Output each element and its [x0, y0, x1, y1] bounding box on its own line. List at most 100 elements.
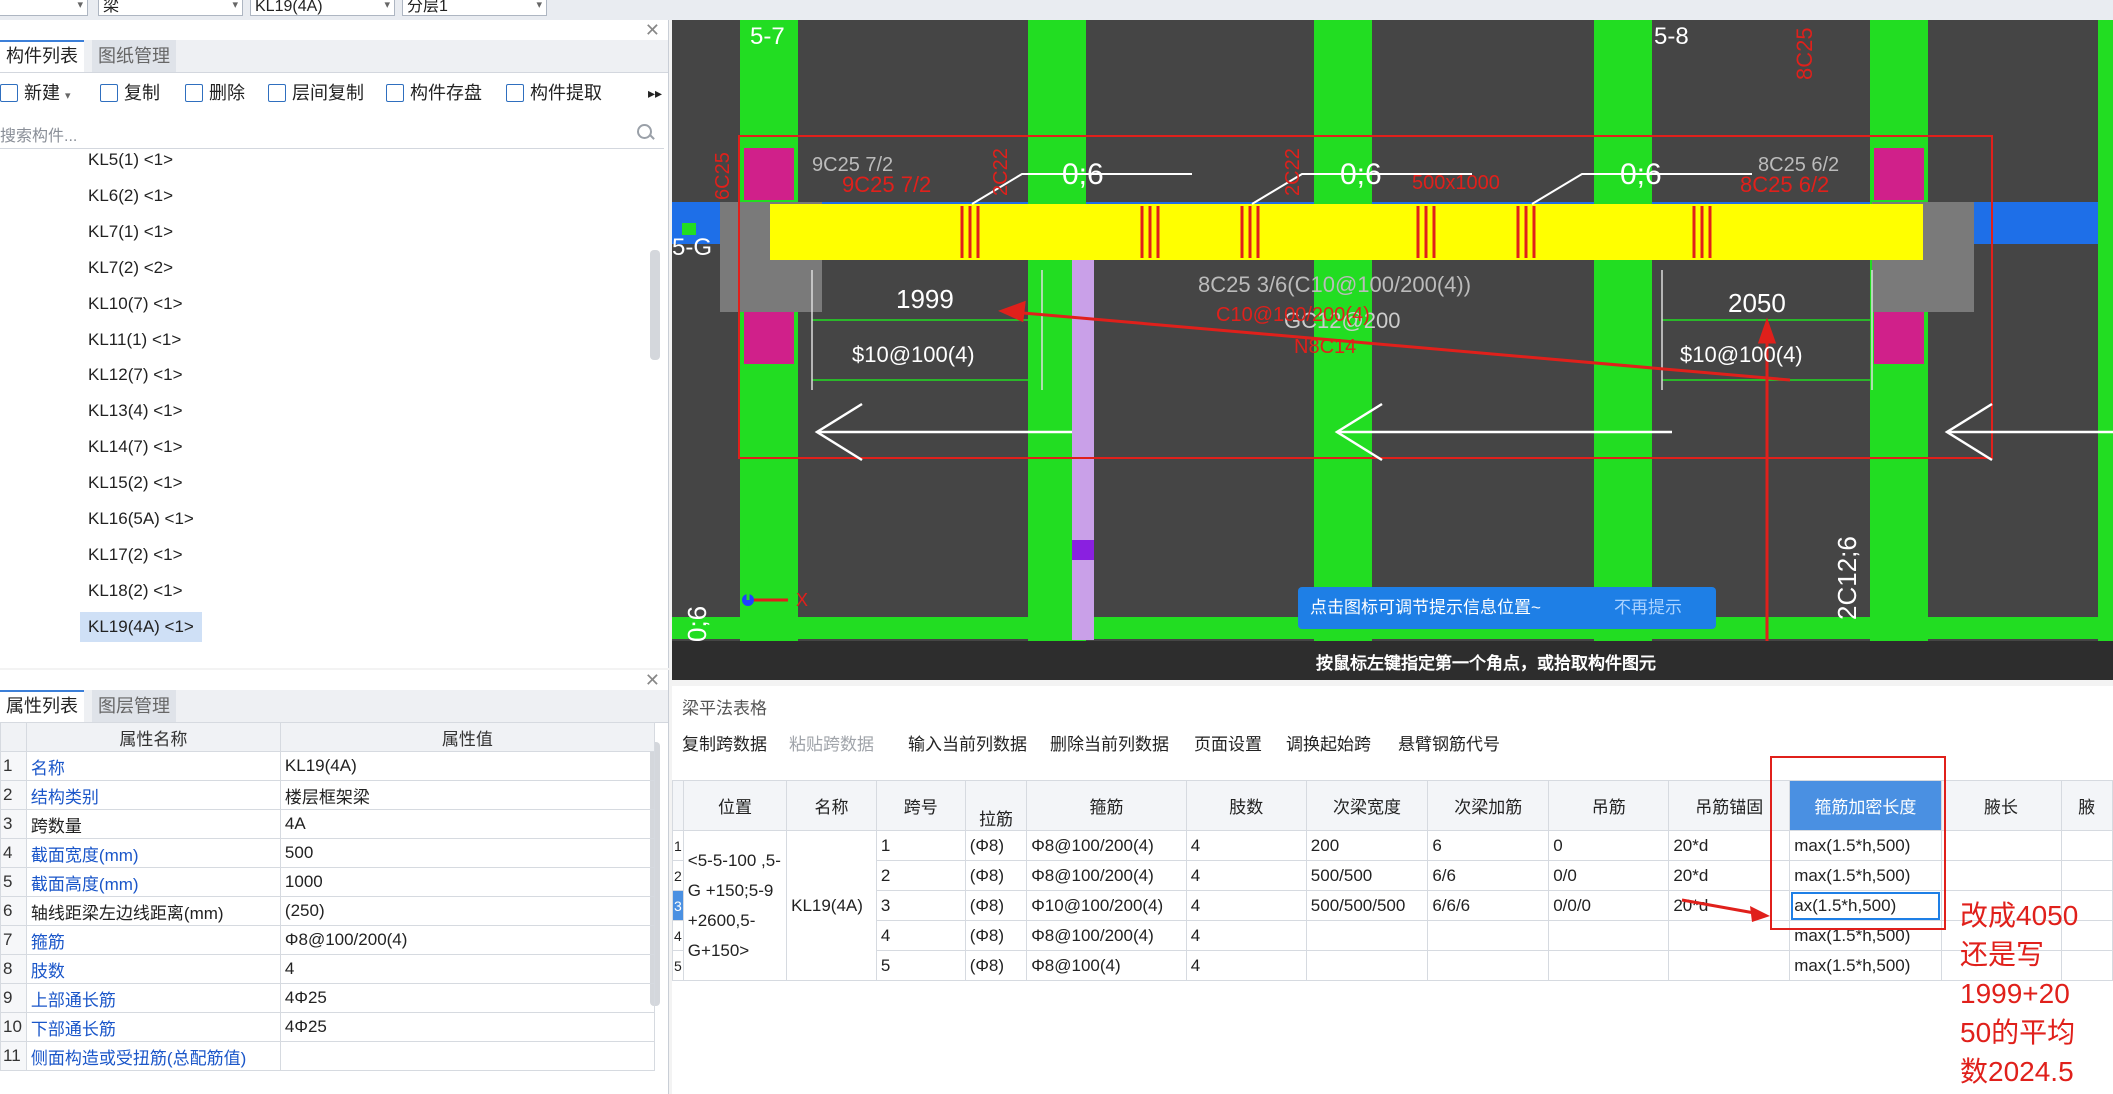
- tie-cell[interactable]: (Φ8): [964, 950, 1028, 981]
- hint-tooltip[interactable]: 点击图标可调节提示信息位置~ 不再提示: [1298, 587, 1716, 629]
- selected-beam[interactable]: [770, 204, 1923, 260]
- input-column-button[interactable]: 输入当前列数据: [908, 730, 1027, 755]
- component-list-item[interactable]: KL7(1) <1>: [80, 217, 181, 247]
- property-row[interactable]: 8 肢数 4: [0, 954, 655, 984]
- column-green[interactable]: [1594, 20, 1652, 680]
- stirrup-cell[interactable]: Φ8@100/200(4): [1026, 920, 1187, 951]
- property-row[interactable]: 4 截面宽度(mm) 500: [0, 838, 655, 868]
- column-magenta[interactable]: [744, 148, 794, 200]
- close-icon[interactable]: ✕: [645, 670, 660, 690]
- stirrup-cell[interactable]: Φ10@100/200(4): [1026, 890, 1187, 921]
- component-list-item[interactable]: KL13(4) <1>: [80, 396, 191, 426]
- property-value[interactable]: KL19(4A): [279, 751, 655, 781]
- floor-combo[interactable]: ▾: [0, 0, 88, 16]
- legs-cell[interactable]: 4: [1185, 920, 1307, 951]
- span-cell[interactable]: 3: [875, 890, 966, 921]
- property-row[interactable]: 7 箍筋 Φ8@100/200(4): [0, 925, 655, 955]
- component-combo[interactable]: KL19(4A) ▾: [250, 0, 395, 16]
- property-value[interactable]: 4A: [279, 809, 655, 839]
- component-list-item[interactable]: KL19(4A) <1>: [80, 611, 202, 642]
- tab-layer-management[interactable]: 图层管理: [92, 690, 176, 722]
- property-row[interactable]: 1 名称 KL19(4A): [0, 751, 655, 781]
- span-cell[interactable]: 4: [875, 920, 966, 951]
- property-value[interactable]: (250): [279, 896, 655, 926]
- legs-cell[interactable]: 4: [1185, 950, 1307, 981]
- property-row[interactable]: 9 上部通长筋 4Φ25: [0, 983, 655, 1013]
- search-icon[interactable]: [637, 124, 652, 139]
- legs-cell[interactable]: 4: [1185, 860, 1307, 891]
- component-list-item[interactable]: KL14(7) <1>: [80, 432, 191, 462]
- property-value[interactable]: 500: [279, 838, 655, 868]
- component-list-item[interactable]: KL5(1) <1>: [80, 145, 181, 175]
- component-list-item[interactable]: KL15(2) <1>: [80, 468, 191, 498]
- sec_w-cell[interactable]: 200: [1305, 830, 1429, 861]
- component-list-item[interactable]: KL17(2) <1>: [80, 540, 191, 570]
- haunch-length-cell[interactable]: [1940, 860, 2062, 891]
- page-setup-button[interactable]: 页面设置: [1194, 730, 1262, 755]
- new-button[interactable]: 新建 ▾: [0, 75, 71, 111]
- delete-column-button[interactable]: 删除当前列数据: [1050, 730, 1169, 755]
- component-list-item[interactable]: KL16(5A) <1>: [80, 504, 202, 534]
- sec_w-cell[interactable]: 500/500: [1305, 860, 1429, 891]
- more-icon[interactable]: ▸▸: [648, 75, 662, 111]
- sec_add-cell[interactable]: 6/6: [1427, 860, 1550, 891]
- position-cell[interactable]: <5-5-100 ,5-G +150;5-9 +2600,5- G+150>: [682, 830, 788, 981]
- stirrup-cell[interactable]: Φ8@100/200(4): [1026, 860, 1187, 891]
- hanger-cell[interactable]: 0/0: [1548, 860, 1670, 891]
- cantilever-code-button[interactable]: 悬臂钢筋代号: [1398, 730, 1500, 755]
- haunch-length-cell[interactable]: [1940, 830, 2062, 861]
- property-row[interactable]: 10 下部通长筋 4Φ25: [0, 1012, 655, 1042]
- hanger-cell[interactable]: [1548, 950, 1670, 981]
- span-cell[interactable]: 5: [875, 950, 966, 981]
- type-combo[interactable]: 梁 ▾: [98, 0, 243, 16]
- component-list-item[interactable]: KL6(2) <1>: [80, 181, 181, 211]
- hanger-cell[interactable]: 0/0/0: [1548, 890, 1670, 921]
- hanger-cell[interactable]: 0: [1548, 830, 1670, 861]
- property-row[interactable]: 6 轴线距梁左边线距离(mm) (250): [0, 896, 655, 926]
- dense-cell[interactable]: max(1.5*h,500): [1789, 950, 1942, 981]
- haunch-cell[interactable]: [2060, 830, 2113, 861]
- tab-component-list[interactable]: 构件列表: [0, 40, 84, 72]
- property-value[interactable]: 4Φ25: [279, 1012, 655, 1042]
- sec_add-cell[interactable]: [1427, 920, 1550, 951]
- span-cell[interactable]: 1: [875, 830, 966, 861]
- save-component-button[interactable]: 构件存盘: [386, 75, 482, 111]
- sec_add-cell[interactable]: 6: [1427, 830, 1550, 861]
- property-value[interactable]: 4: [279, 954, 655, 984]
- name-cell[interactable]: KL19(4A): [786, 830, 877, 981]
- property-value[interactable]: 楼层框架梁: [279, 780, 655, 810]
- tab-drawing-management[interactable]: 图纸管理: [92, 40, 176, 72]
- hanger-cell[interactable]: [1548, 920, 1670, 951]
- tie-cell[interactable]: (Φ8): [964, 890, 1028, 921]
- property-value[interactable]: [279, 1041, 655, 1071]
- drawing-canvas[interactable]: 5-7 5-8 5-G 9C25 7/2 9C25 7/2 8C25 6/2 8…: [672, 20, 2113, 680]
- property-value[interactable]: 1000: [279, 867, 655, 897]
- sec_add-cell[interactable]: 6/6/6: [1427, 890, 1550, 921]
- legs-cell[interactable]: 4: [1185, 890, 1307, 921]
- dismiss-hint-button[interactable]: 不再提示: [1614, 587, 1682, 629]
- search-input[interactable]: 搜索构件...: [0, 114, 664, 149]
- tab-property-list[interactable]: 属性列表: [0, 690, 84, 722]
- tie-cell[interactable]: (Φ8): [964, 860, 1028, 891]
- component-list-item[interactable]: KL10(7) <1>: [80, 289, 191, 319]
- stirrup-cell[interactable]: Φ8@100/200(4): [1026, 830, 1187, 861]
- close-icon[interactable]: ✕: [645, 20, 660, 40]
- property-row[interactable]: 5 截面高度(mm) 1000: [0, 867, 655, 897]
- legs-cell[interactable]: 4: [1185, 830, 1307, 861]
- haunch-cell[interactable]: [2060, 860, 2113, 891]
- sec_add-cell[interactable]: [1427, 950, 1550, 981]
- tie-cell[interactable]: (Φ8): [964, 920, 1028, 951]
- sec_w-cell[interactable]: [1305, 920, 1429, 951]
- component-scrollbar[interactable]: [650, 250, 660, 360]
- property-row[interactable]: 2 结构类别 楼层框架梁: [0, 780, 655, 810]
- sec_w-cell[interactable]: [1305, 950, 1429, 981]
- column-magenta[interactable]: [744, 312, 794, 364]
- component-list-item[interactable]: KL12(7) <1>: [80, 360, 191, 390]
- column-magenta[interactable]: [1874, 312, 1924, 364]
- span-cell[interactable]: 2: [875, 860, 966, 891]
- component-list-item[interactable]: KL18(2) <1>: [80, 576, 191, 606]
- column-green[interactable]: [2098, 20, 2113, 680]
- delete-button[interactable]: 删除: [185, 75, 245, 111]
- property-row[interactable]: 11 侧面构造或受扭筋(总配筋值): [0, 1041, 655, 1071]
- stirrup-cell[interactable]: Φ8@100(4): [1026, 950, 1187, 981]
